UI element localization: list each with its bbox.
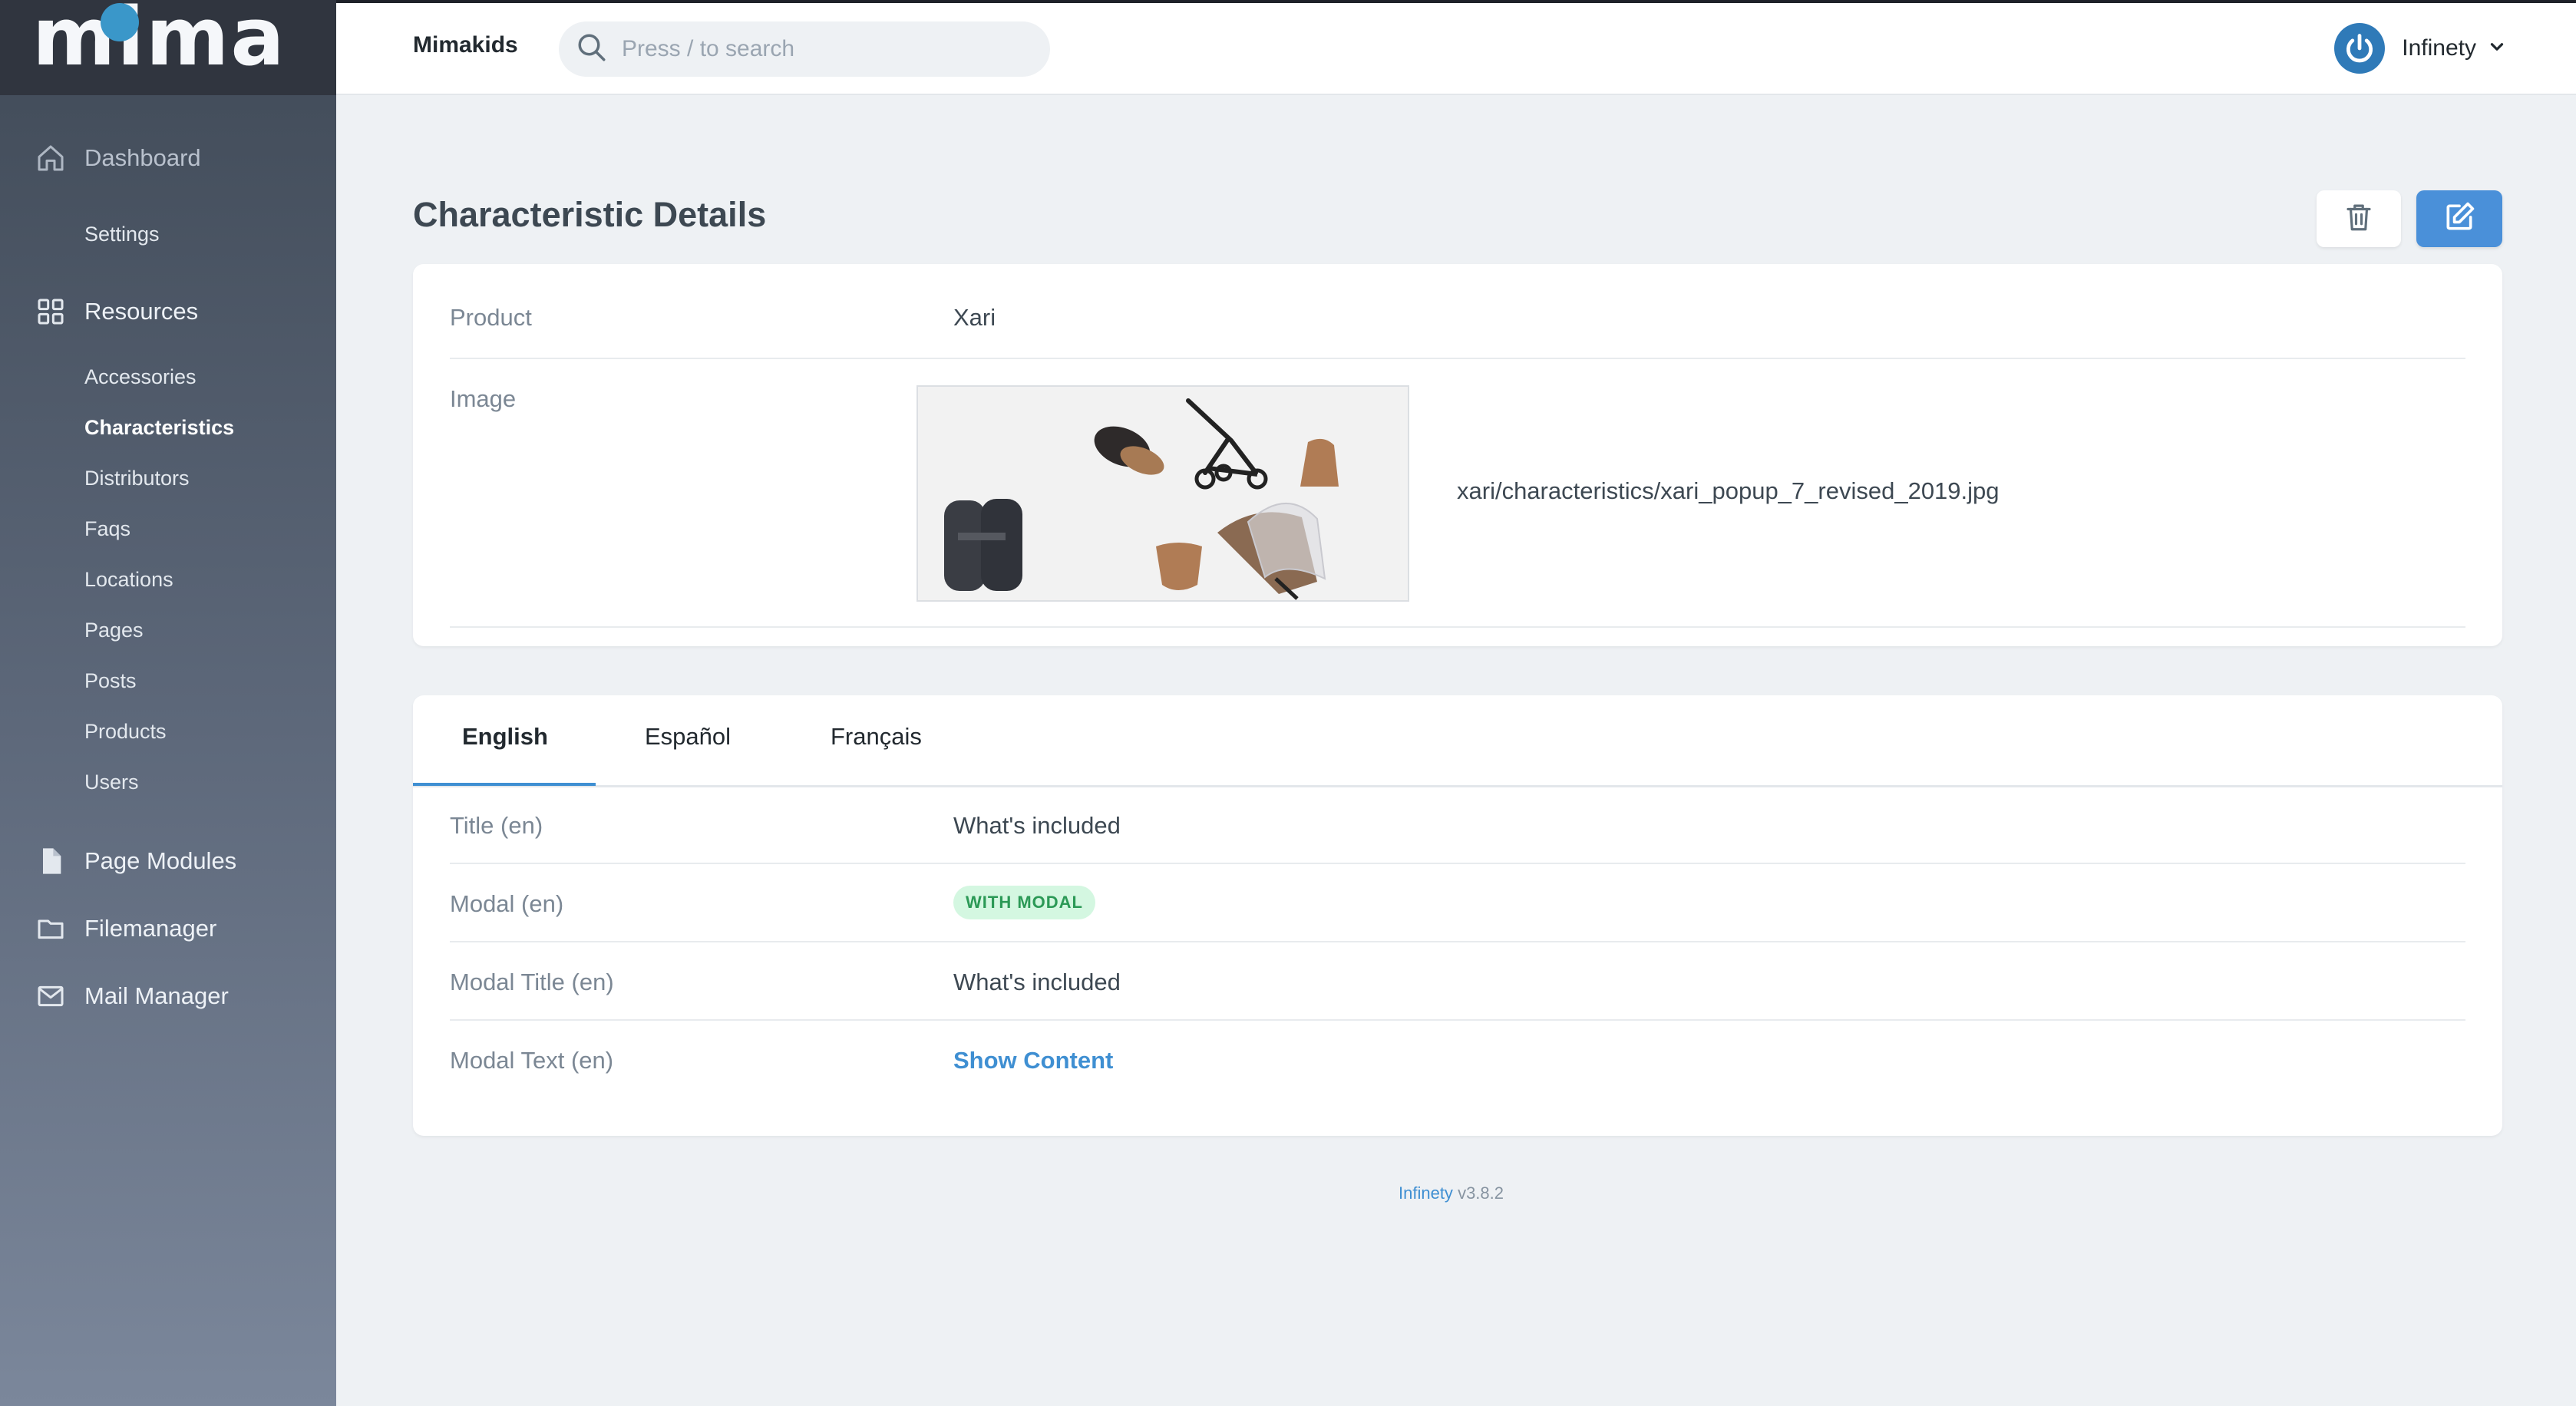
top-header: Mimakids Infinety: [336, 3, 2576, 95]
sidebar-item-label: Mail Manager: [84, 982, 229, 1009]
image-path: xari/characteristics/xari_popup_7_revise…: [1457, 477, 2000, 504]
sidebar-item-resources[interactable]: Resources: [35, 293, 198, 330]
sidebar-item-label: Page Modules: [84, 847, 237, 874]
tab-english[interactable]: English: [462, 723, 548, 751]
sidebar-item-label: Resources: [84, 298, 199, 325]
tab-francais[interactable]: Français: [831, 723, 922, 751]
footer-link[interactable]: Infinety: [1399, 1183, 1453, 1203]
product-image: [916, 385, 1409, 602]
document-icon: [35, 846, 66, 876]
sidebar-item-dashboard[interactable]: Dashboard: [35, 140, 201, 177]
brand-name[interactable]: Mimakids: [413, 32, 518, 58]
footer: Infinety v3.8.2: [1399, 1183, 1504, 1203]
modal-title-value: What's included: [953, 969, 1121, 995]
delete-button[interactable]: [2317, 190, 2401, 247]
details-card: Product Xari Image xari/characteristics/…: [413, 264, 2502, 646]
grid-icon: [35, 296, 66, 327]
user-menu[interactable]: Infinety: [2334, 23, 2507, 74]
mail-icon: [35, 981, 66, 1012]
folder-icon: [35, 913, 66, 944]
translations-card: English Español Français Title (en) What…: [413, 695, 2502, 1136]
sidebar-item-label: Dashboard: [84, 144, 201, 171]
sidebar-item-pages[interactable]: Pages: [84, 619, 144, 642]
sidebar-item-characteristics[interactable]: Characteristics: [84, 416, 234, 440]
sidebar-item-page-modules[interactable]: Page Modules: [35, 843, 236, 880]
logo-dot: [101, 3, 139, 41]
sidebar-item-label: Filemanager: [84, 915, 217, 942]
sidebar-item-mail-manager[interactable]: Mail Manager: [35, 978, 229, 1015]
search-input[interactable]: [622, 36, 1021, 62]
modal-title-label: Modal Title (en): [450, 969, 614, 995]
sidebar-item-accessories[interactable]: Accessories: [84, 365, 197, 389]
sidebar: mima Dashboard Settings Resources Access…: [0, 0, 336, 1406]
tab-espanol[interactable]: Español: [645, 723, 731, 751]
title-value: What's included: [953, 812, 1121, 839]
product-label: Product: [450, 304, 532, 331]
show-content-link[interactable]: Show Content: [953, 1047, 1113, 1074]
sidebar-item-filemanager[interactable]: Filemanager: [35, 910, 216, 947]
sidebar-item-posts[interactable]: Posts: [84, 669, 137, 693]
avatar: [2334, 23, 2386, 74]
detail-row-title: Title (en) What's included: [450, 786, 2465, 864]
status-badge: WITH MODAL: [953, 886, 1095, 919]
modal-text-label: Modal Text (en): [450, 1047, 614, 1074]
search-icon: [576, 31, 608, 68]
language-tabs: English Español Français: [413, 695, 2502, 787]
detail-row-modal-text: Modal Text (en) Show Content: [450, 1021, 2465, 1099]
detail-row-modal: Modal (en) WITH MODAL: [450, 864, 2465, 942]
sidebar-item-faqs[interactable]: Faqs: [84, 517, 130, 541]
detail-row-modal-title: Modal Title (en) What's included: [450, 942, 2465, 1021]
logo: mima: [32, 0, 286, 84]
page-title: Characteristic Details: [413, 195, 767, 234]
sidebar-item-products[interactable]: Products: [84, 720, 167, 744]
user-name: Infinety: [2402, 35, 2476, 61]
logo-area[interactable]: mima: [0, 0, 336, 95]
chevron-down-icon: [2487, 37, 2507, 61]
footer-version: v3.8.2: [1458, 1183, 1504, 1203]
detail-row-product: Product Xari: [450, 264, 2465, 359]
modal-label: Modal (en): [450, 890, 564, 917]
sidebar-item-locations[interactable]: Locations: [84, 568, 173, 592]
title-label: Title (en): [450, 812, 543, 839]
sidebar-item-settings[interactable]: Settings: [84, 223, 160, 246]
trash-icon: [2343, 201, 2375, 237]
image-label: Image: [450, 385, 517, 412]
sidebar-item-distributors[interactable]: Distributors: [84, 467, 190, 490]
edit-button[interactable]: [2416, 190, 2502, 247]
product-value: Xari: [953, 304, 996, 331]
search-bar[interactable]: [559, 21, 1050, 77]
sidebar-item-users[interactable]: Users: [84, 771, 139, 794]
edit-icon: [2442, 200, 2476, 238]
home-icon: [35, 143, 66, 173]
